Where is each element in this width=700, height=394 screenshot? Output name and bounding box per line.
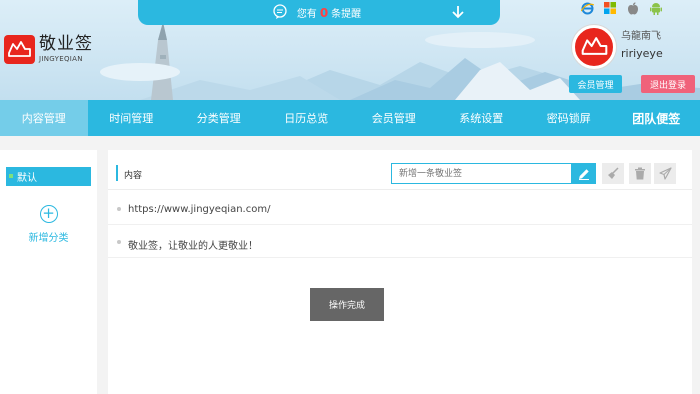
note-text: https://www.jingyeqian.com/ [128,204,271,215]
send-button[interactable] [654,163,676,184]
toast-message: 操作完成 [310,288,384,321]
ie-icon[interactable] [580,1,594,15]
category-default-label: 默认 [17,173,37,184]
nav-calendar-overview[interactable]: 日历总览 [263,100,351,136]
arrow-down-icon[interactable] [451,4,465,20]
notice-text: 您有 0 条提醒 [296,6,362,20]
username-en: ririyeye [621,47,663,60]
nav-content-management[interactable]: 内容管理 [0,100,88,136]
selected-indicator [9,174,13,178]
add-category-label: 新增分类 [28,233,69,244]
add-category-button[interactable]: + 新增分类 [0,205,97,244]
clean-button[interactable] [602,163,624,184]
nav-time-management[interactable]: 时间管理 [88,100,176,136]
title-accent-bar [116,165,118,181]
nav-team-notes[interactable]: 团队便签 [613,100,700,136]
member-management-button[interactable]: 会员管理 [569,75,622,93]
username-cn: 乌龍南飞 [621,31,661,42]
logo-mark [4,35,35,64]
windows-icon[interactable] [603,1,617,15]
nav-system-settings[interactable]: 系统设置 [438,100,526,136]
content-panel: 内容 新增一条敬业签 https://www.jingyeqian.com/ 敬… [108,150,692,394]
content-header: 内容 [108,150,692,190]
logo-subtitle: JINGYEQIAN [39,55,83,63]
message-icon [273,4,287,19]
header: 您有 0 条提醒 敬业签 JINGYEQIAN 乌龍南飞 ririyeye 会员… [0,0,700,100]
pencil-icon [579,168,589,180]
sidebar: 默认 + 新增分类 [0,150,97,394]
send-icon [658,167,672,180]
category-default[interactable]: 默认 [6,167,91,186]
platform-icons [580,1,672,15]
note-item[interactable]: https://www.jingyeqian.com/ [108,195,692,225]
nav-category-management[interactable]: 分类管理 [175,100,263,136]
avatar[interactable] [572,25,616,69]
plus-circle-icon: + [39,205,58,223]
android-icon[interactable] [649,1,663,15]
nav-password-lock[interactable]: 密码锁屏 [525,100,613,136]
main-nav: 内容管理 时间管理 分类管理 日历总览 会员管理 系统设置 密码锁屏 团队便签 [0,100,700,136]
note-bullet [117,240,121,244]
logo[interactable]: 敬业签 JINGYEQIAN [4,35,93,64]
note-text: 敬业签，让敬业的人更敬业！ [128,241,258,252]
note-bullet [117,207,121,211]
add-note-button[interactable] [572,163,596,184]
logout-button[interactable]: 退出登录 [641,75,695,93]
trash-icon [635,167,645,180]
broom-icon [607,167,619,179]
apple-icon[interactable] [626,1,640,15]
nav-member-management[interactable]: 会员管理 [350,100,438,136]
notice-count: 0 [319,6,329,20]
delete-button[interactable] [629,163,651,184]
new-note-input[interactable] [391,163,572,184]
notice-bar[interactable]: 您有 0 条提醒 [138,0,500,25]
logo-title: 敬业签 [39,34,93,54]
content-title: 内容 [124,171,143,181]
note-item[interactable]: 敬业签，让敬业的人更敬业！ [108,228,692,258]
